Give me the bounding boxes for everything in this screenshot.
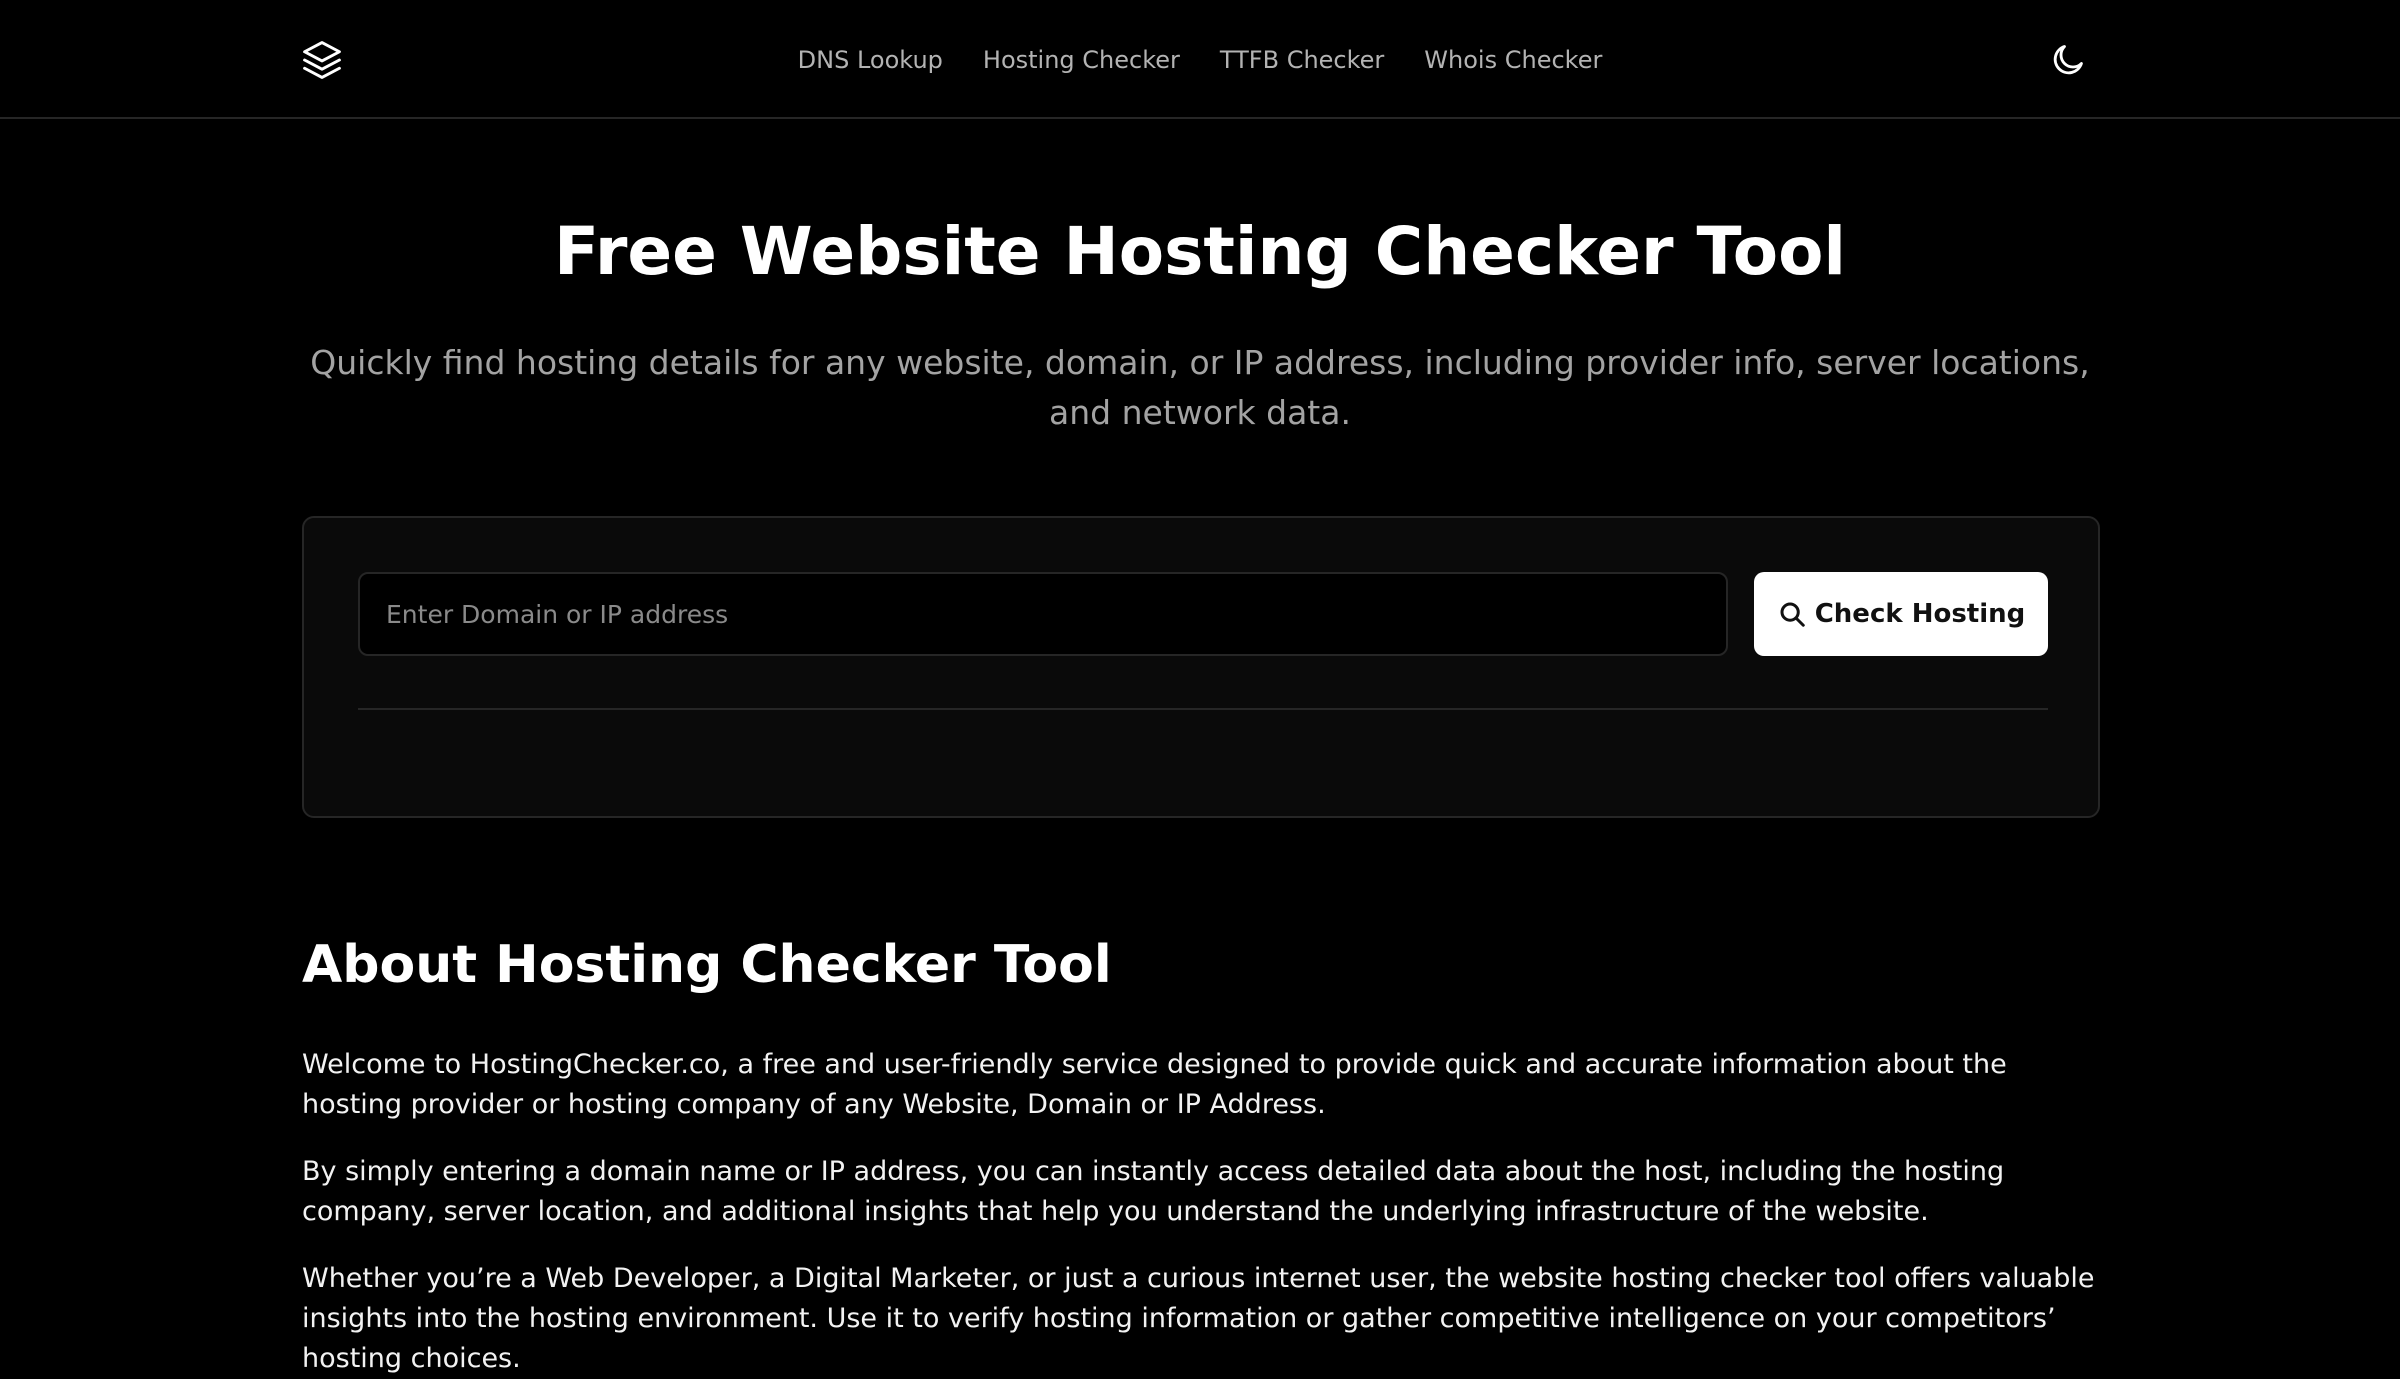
search-icon	[1780, 602, 1805, 627]
check-hosting-button[interactable]: Check Hosting	[1754, 572, 2048, 656]
page-title: Free Website Hosting Checker Tool	[553, 213, 1847, 290]
about-title: About Hosting Checker Tool	[302, 935, 1112, 995]
search-card: Check Hosting	[302, 516, 2100, 818]
domain-search-input[interactable]	[358, 572, 1728, 656]
nav-dns-lookup[interactable]: DNS Lookup	[798, 46, 943, 74]
check-hosting-label: Check Hosting	[1814, 599, 2026, 629]
card-divider	[358, 708, 2048, 710]
about-paragraph-1: Welcome to HostingChecker.co, a free and…	[302, 1049, 2007, 1120]
about-paragraph-2: By simply entering a domain name or IP a…	[302, 1156, 2005, 1227]
site-header: DNS Lookup Hosting Checker TTFB Checker …	[0, 0, 2400, 119]
nav-ttfb-checker[interactable]: TTFB Checker	[1220, 46, 1384, 74]
about-paragraph-3: Whether you’re a Web Developer, a Digita…	[302, 1263, 2095, 1374]
nav-whois-checker[interactable]: Whois Checker	[1424, 46, 1602, 74]
main-nav: DNS Lookup Hosting Checker TTFB Checker …	[0, 0, 2400, 119]
logo-link[interactable]	[300, 38, 344, 82]
layers-icon	[303, 41, 341, 79]
page-subtitle: Quickly find hosting details for any web…	[310, 343, 2090, 432]
moon-icon	[2053, 45, 2083, 75]
nav-hosting-checker[interactable]: Hosting Checker	[983, 46, 1180, 74]
theme-toggle-button[interactable]	[2046, 38, 2090, 82]
